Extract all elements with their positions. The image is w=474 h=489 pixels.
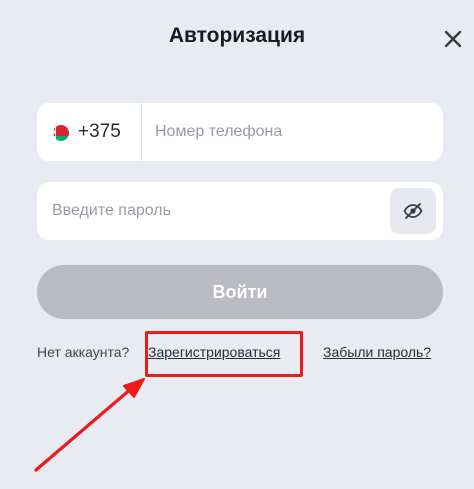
- country-code-selector[interactable]: +375: [37, 103, 142, 161]
- close-button[interactable]: [440, 26, 466, 52]
- no-account-text: Нет аккаунта?: [37, 344, 130, 360]
- country-code: +375: [78, 121, 121, 142]
- phone-input[interactable]: [155, 103, 435, 161]
- password-field: [37, 182, 443, 240]
- eye-off-icon: [403, 203, 423, 219]
- forgot-password-link[interactable]: Забыли пароль?: [323, 344, 431, 360]
- highlight-box: [145, 331, 303, 377]
- page-title: Авторизация: [168, 24, 306, 47]
- password-input[interactable]: [52, 182, 382, 240]
- toggle-password-visibility-button[interactable]: [390, 188, 436, 234]
- login-button[interactable]: Войти: [37, 265, 443, 319]
- annotation-arrow: [34, 378, 145, 472]
- close-icon: [444, 30, 462, 48]
- phone-field: +375: [37, 103, 443, 161]
- belarus-flag-icon: [53, 125, 69, 141]
